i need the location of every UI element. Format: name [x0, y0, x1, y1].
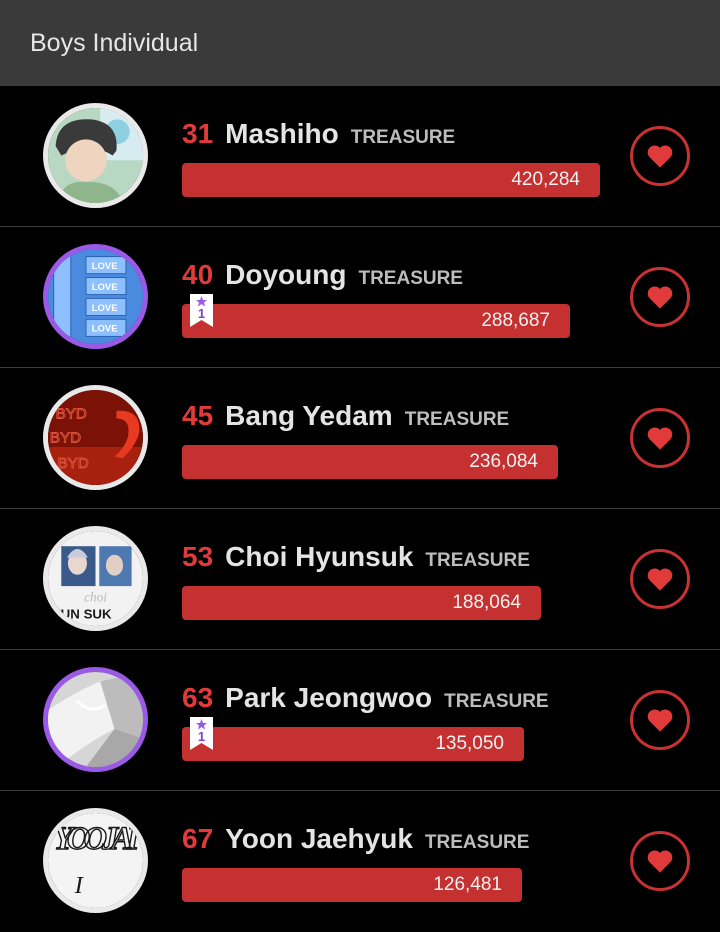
heart-icon [647, 850, 673, 873]
heart-icon [647, 145, 673, 168]
group-name: TREASURE [444, 691, 549, 712]
vote-bar: 420,284 [182, 163, 600, 197]
vote-button[interactable] [630, 690, 690, 750]
vote-button[interactable] [630, 267, 690, 327]
group-name: TREASURE [424, 832, 530, 853]
ranking-row[interactable]: BYD BYD BYD 45 Bang Yedam TREASURE 236,0… [0, 368, 720, 509]
rank-number: 63 [182, 682, 214, 713]
svg-text:BYD: BYD [58, 455, 89, 472]
avatar[interactable]: BYD BYD BYD [43, 385, 148, 490]
svg-text:BYD: BYD [56, 406, 87, 423]
group-name: TREASURE [358, 268, 463, 289]
artist-name[interactable]: Park Jeongwoo [225, 682, 432, 714]
avatar[interactable]: LOVE LOVE LOVE LOVE [43, 244, 148, 349]
artist-name[interactable]: Yoon Jaehyuk [225, 823, 413, 855]
name-line: 40 Doyoung TREASURE [182, 259, 463, 291]
vote-bar: 1 135,050 [182, 717, 524, 761]
header-title: Boys Individual [30, 28, 199, 57]
ranking-row[interactable]: 63 Park Jeongwoo TREASURE 1 135,050 [0, 650, 720, 791]
name-line: 45 Bang Yedam TREASURE [182, 400, 509, 432]
vote-button[interactable] [630, 408, 690, 468]
artist-name[interactable]: Doyoung [225, 259, 346, 291]
rank-number: 40 [182, 259, 214, 290]
group-name: TREASURE [425, 550, 530, 571]
rank-number: 67 [182, 823, 214, 854]
vote-count: 420,284 [511, 169, 580, 190]
rank-number: 53 [182, 541, 214, 572]
avatar[interactable]: choi YUN SUK [43, 526, 148, 631]
rank-number: 45 [182, 400, 214, 431]
vote-button[interactable] [630, 831, 690, 891]
ranking-row[interactable]: choi YUN SUK 53 Choi Hyunsuk TREASURE 18… [0, 509, 720, 650]
vote-count: 188,064 [452, 592, 521, 613]
rank-number: 31 [182, 118, 214, 149]
vote-count: 135,050 [435, 733, 504, 754]
svg-text:BYD: BYD [50, 429, 81, 446]
svg-text:YUN SUK: YUN SUK [52, 606, 112, 621]
svg-text:LOVE: LOVE [92, 324, 118, 335]
avatar[interactable]: YOO JAI I [43, 808, 148, 913]
name-line: 67 Yoon Jaehyuk TREASURE [182, 823, 529, 855]
ranking-row[interactable]: LOVE LOVE LOVE LOVE 40 Doyoung TREASURE … [0, 227, 720, 368]
artist-name[interactable]: Choi Hyunsuk [225, 541, 413, 573]
vote-bar: 188,064 [182, 586, 541, 620]
svg-text:LOVE: LOVE [92, 303, 118, 314]
heart-icon [647, 427, 673, 450]
vote-bar: 126,481 [182, 868, 522, 902]
avatar[interactable] [43, 667, 148, 772]
vote-count: 288,687 [481, 310, 550, 331]
ranking-row[interactable]: 31 Mashiho TREASURE 420,284 [0, 86, 720, 227]
svg-text:choi: choi [84, 589, 107, 604]
name-line: 53 Choi Hyunsuk TREASURE [182, 541, 530, 573]
svg-text:YOO JAI: YOO JAI [54, 820, 141, 856]
rank-badge: 1 [190, 294, 213, 327]
avatar[interactable] [43, 103, 148, 208]
vote-count: 236,084 [469, 451, 538, 472]
vote-button[interactable] [630, 126, 690, 186]
heart-icon [647, 568, 673, 591]
name-line: 31 Mashiho TREASURE [182, 118, 455, 150]
badge-number: 1 [197, 306, 206, 321]
heart-icon [647, 709, 673, 732]
vote-button[interactable] [630, 549, 690, 609]
group-name: TREASURE [404, 409, 510, 430]
vote-count: 126,481 [433, 874, 502, 895]
heart-icon [647, 286, 673, 309]
name-line: 63 Park Jeongwoo TREASURE [182, 682, 549, 714]
rank-badge: 1 [190, 717, 213, 750]
vote-bar: 1 288,687 [182, 294, 570, 338]
svg-text:LOVE: LOVE [92, 261, 118, 272]
vote-bar: 236,084 [182, 445, 558, 479]
group-name: TREASURE [350, 127, 456, 148]
artist-name[interactable]: Bang Yedam [225, 400, 393, 432]
ranking-row[interactable]: YOO JAI I 67 Yoon Jaehyuk TREASURE 126,4… [0, 791, 720, 932]
artist-name[interactable]: Mashiho [225, 118, 339, 150]
badge-number: 1 [197, 729, 206, 744]
app-header: Boys Individual [0, 0, 720, 86]
svg-text:LOVE: LOVE [92, 282, 118, 293]
